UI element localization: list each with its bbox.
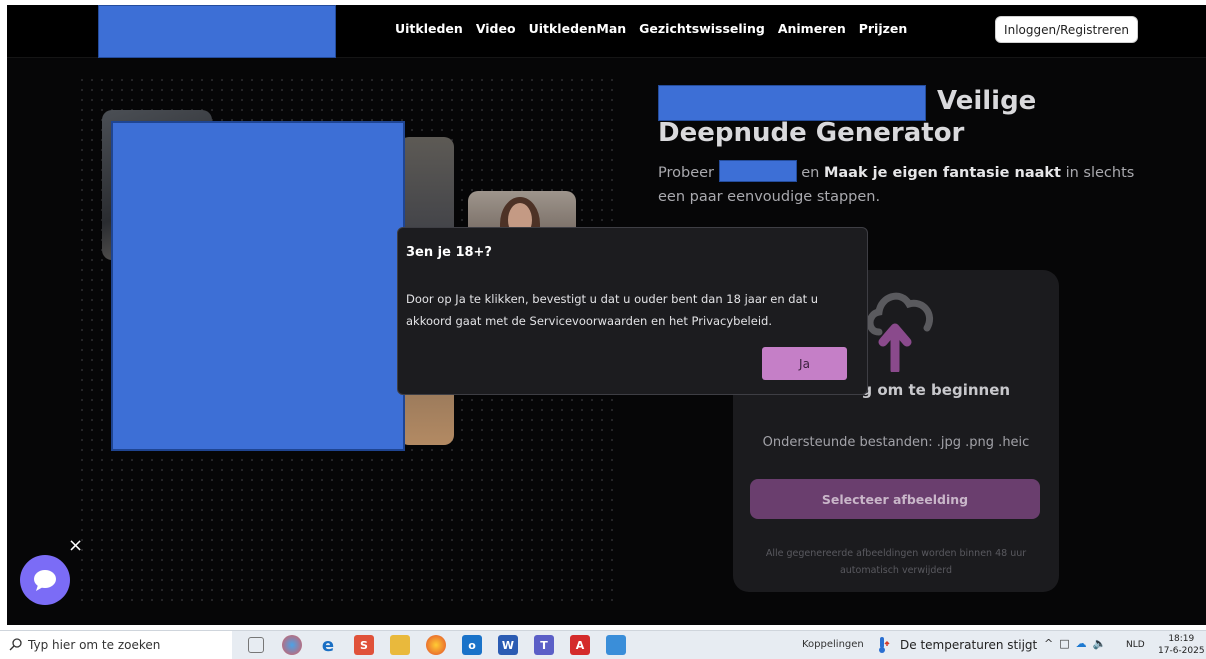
edge-icon[interactable]: e (318, 635, 338, 656)
windows-taskbar: Typ hier om te zoeken e S o W T A Koppel… (0, 630, 1206, 659)
nav-link-animeren[interactable]: Animeren (778, 21, 846, 36)
deletion-notice: Alle gegenereerde afbeeldingen worden bi… (765, 548, 1027, 576)
outlook-icon[interactable]: o (462, 635, 482, 655)
login-register-button[interactable]: Inloggen/Registreren (995, 16, 1138, 43)
chat-launcher-button[interactable] (20, 555, 70, 605)
search-placeholder: Typ hier om te zoeken (28, 638, 161, 652)
gallery-redaction (111, 121, 405, 451)
taskbar-search-box[interactable]: Typ hier om te zoeken (0, 631, 232, 659)
nav-link-uitkledenman[interactable]: UitkledenMan (529, 21, 627, 36)
volume-icon[interactable]: 🔈 (1093, 637, 1107, 650)
links-toolbar-label[interactable]: Koppelingen (802, 639, 864, 650)
cloud-upload-icon (866, 292, 934, 372)
chat-close-icon[interactable]: × (68, 535, 83, 556)
subtitle-text: Probeer (658, 165, 715, 181)
hero-subtitle: Probeer en Maak je eigen fantasie naakt … (658, 160, 1138, 209)
select-image-button[interactable]: Selecteer afbeelding (750, 479, 1040, 519)
teams-icon[interactable]: T (534, 635, 554, 655)
chevron-up-icon[interactable]: ^ (1044, 637, 1053, 650)
firefox-icon[interactable] (426, 635, 446, 655)
clock[interactable]: 18:19 17-6-2025 (1158, 633, 1205, 657)
browser-viewport: Uitkleden Video UitkledenMan Gezichtswis… (7, 5, 1206, 625)
top-nav: Uitkleden Video UitkledenMan Gezichtswis… (7, 5, 1206, 58)
onedrive-icon[interactable]: ☁ (1076, 637, 1087, 650)
search-icon (8, 637, 24, 653)
network-icon[interactable]: □ (1059, 637, 1069, 650)
thermometer-icon (874, 636, 892, 658)
clock-date: 17-6-2025 (1158, 646, 1205, 656)
weather-text[interactable]: De temperaturen stijgt (900, 638, 1037, 652)
sway-icon[interactable]: S (354, 635, 374, 655)
nav-link-prijzen[interactable]: Prijzen (859, 21, 908, 36)
nav-link-gezichtswisseling[interactable]: Gezichtswisseling (639, 21, 765, 36)
subtitle-bold-text: Maak je eigen fantasie naakt (823, 165, 1061, 181)
subtitle-text: en (801, 165, 820, 181)
nav-link-uitkleden[interactable]: Uitkleden (395, 21, 463, 36)
file-explorer-icon[interactable] (390, 635, 410, 655)
language-indicator[interactable]: NLD (1126, 640, 1145, 650)
task-view-icon[interactable] (248, 637, 264, 653)
age-verification-modal: 3en je 18+? Door op Ja te klikken, beves… (397, 227, 868, 395)
hero-title-part2: Deepnude Generator (658, 118, 965, 148)
paint-icon[interactable] (282, 635, 302, 655)
logo-redaction (98, 5, 336, 58)
word-icon[interactable]: W (498, 635, 518, 655)
system-tray-icons: ^ □ ☁ 🔈 (1044, 637, 1106, 650)
supported-files-text: Ondersteunde bestanden: .jpg .png .heic (762, 435, 1030, 450)
chat-bubble-icon (34, 570, 56, 591)
subtitle-redaction (718, 160, 797, 182)
confirm-age-button[interactable]: Ja (762, 347, 847, 380)
acrobat-icon[interactable]: A (570, 635, 590, 655)
modal-title: 3en je 18+? (406, 245, 492, 260)
nav-links: Uitkleden Video UitkledenMan Gezichtswis… (395, 21, 907, 36)
taskbar-apps: e S o W T A (246, 635, 626, 656)
clock-time: 18:19 (1168, 634, 1195, 644)
app-icon[interactable] (606, 635, 626, 655)
hero-title-part1: Veilige (937, 86, 1037, 116)
nav-link-video[interactable]: Video (476, 21, 516, 36)
title-redaction (658, 85, 926, 121)
modal-body: Door op Ja te klikken, bevestigt u dat u… (406, 292, 819, 328)
